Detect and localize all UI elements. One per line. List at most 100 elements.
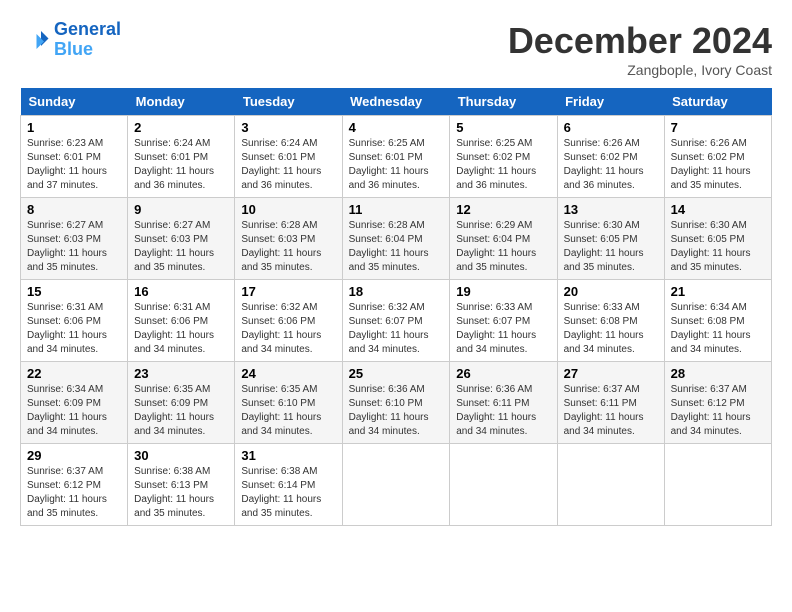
day-number: 29 bbox=[27, 448, 121, 463]
calendar-day-cell: 28 Sunrise: 6:37 AMSunset: 6:12 PMDaylig… bbox=[664, 362, 771, 444]
calendar-day-cell: 9 Sunrise: 6:27 AMSunset: 6:03 PMDayligh… bbox=[128, 198, 235, 280]
calendar-day-cell: 22 Sunrise: 6:34 AMSunset: 6:09 PMDaylig… bbox=[21, 362, 128, 444]
day-number: 19 bbox=[456, 284, 550, 299]
logo: General Blue bbox=[20, 20, 121, 60]
day-info: Sunrise: 6:31 AMSunset: 6:06 PMDaylight:… bbox=[27, 302, 107, 355]
day-info: Sunrise: 6:33 AMSunset: 6:07 PMDaylight:… bbox=[456, 302, 536, 355]
day-number: 14 bbox=[671, 202, 765, 217]
day-info: Sunrise: 6:31 AMSunset: 6:06 PMDaylight:… bbox=[134, 302, 214, 355]
calendar-day-cell: 8 Sunrise: 6:27 AMSunset: 6:03 PMDayligh… bbox=[21, 198, 128, 280]
title-block: December 2024 Zangbople, Ivory Coast bbox=[508, 20, 772, 78]
day-info: Sunrise: 6:38 AMSunset: 6:13 PMDaylight:… bbox=[134, 466, 214, 519]
day-info: Sunrise: 6:34 AMSunset: 6:09 PMDaylight:… bbox=[27, 384, 107, 437]
calendar-day-cell: 4 Sunrise: 6:25 AMSunset: 6:01 PMDayligh… bbox=[342, 116, 450, 198]
day-info: Sunrise: 6:25 AMSunset: 6:02 PMDaylight:… bbox=[456, 138, 536, 191]
day-number: 27 bbox=[564, 366, 658, 381]
day-number: 22 bbox=[27, 366, 121, 381]
day-number: 1 bbox=[27, 120, 121, 135]
calendar-day-cell: 31 Sunrise: 6:38 AMSunset: 6:14 PMDaylig… bbox=[235, 444, 342, 526]
day-number: 15 bbox=[27, 284, 121, 299]
day-info: Sunrise: 6:27 AMSunset: 6:03 PMDaylight:… bbox=[27, 220, 107, 273]
day-info: Sunrise: 6:24 AMSunset: 6:01 PMDaylight:… bbox=[134, 138, 214, 191]
calendar-table: SundayMondayTuesdayWednesdayThursdayFrid… bbox=[20, 88, 772, 526]
day-info: Sunrise: 6:35 AMSunset: 6:09 PMDaylight:… bbox=[134, 384, 214, 437]
day-number: 30 bbox=[134, 448, 228, 463]
calendar-day-cell: 24 Sunrise: 6:35 AMSunset: 6:10 PMDaylig… bbox=[235, 362, 342, 444]
calendar-day-cell: 29 Sunrise: 6:37 AMSunset: 6:12 PMDaylig… bbox=[21, 444, 128, 526]
day-info: Sunrise: 6:28 AMSunset: 6:03 PMDaylight:… bbox=[241, 220, 321, 273]
day-number: 8 bbox=[27, 202, 121, 217]
day-number: 21 bbox=[671, 284, 765, 299]
calendar-day-cell: 17 Sunrise: 6:32 AMSunset: 6:06 PMDaylig… bbox=[235, 280, 342, 362]
calendar-day-cell: 26 Sunrise: 6:36 AMSunset: 6:11 PMDaylig… bbox=[450, 362, 557, 444]
calendar-day-cell: 23 Sunrise: 6:35 AMSunset: 6:09 PMDaylig… bbox=[128, 362, 235, 444]
calendar-week-row: 22 Sunrise: 6:34 AMSunset: 6:09 PMDaylig… bbox=[21, 362, 772, 444]
day-info: Sunrise: 6:35 AMSunset: 6:10 PMDaylight:… bbox=[241, 384, 321, 437]
day-number: 9 bbox=[134, 202, 228, 217]
calendar-header-row: SundayMondayTuesdayWednesdayThursdayFrid… bbox=[21, 88, 772, 116]
calendar-day-cell: 27 Sunrise: 6:37 AMSunset: 6:11 PMDaylig… bbox=[557, 362, 664, 444]
logo-icon bbox=[20, 25, 50, 55]
day-info: Sunrise: 6:25 AMSunset: 6:01 PMDaylight:… bbox=[349, 138, 429, 191]
calendar-day-cell: 16 Sunrise: 6:31 AMSunset: 6:06 PMDaylig… bbox=[128, 280, 235, 362]
weekday-header: Wednesday bbox=[342, 88, 450, 116]
day-info: Sunrise: 6:26 AMSunset: 6:02 PMDaylight:… bbox=[671, 138, 751, 191]
weekday-header: Monday bbox=[128, 88, 235, 116]
calendar-day-cell bbox=[450, 444, 557, 526]
day-number: 11 bbox=[349, 202, 444, 217]
day-number: 5 bbox=[456, 120, 550, 135]
day-number: 18 bbox=[349, 284, 444, 299]
calendar-day-cell: 12 Sunrise: 6:29 AMSunset: 6:04 PMDaylig… bbox=[450, 198, 557, 280]
day-number: 4 bbox=[349, 120, 444, 135]
calendar-day-cell: 14 Sunrise: 6:30 AMSunset: 6:05 PMDaylig… bbox=[664, 198, 771, 280]
calendar-day-cell: 11 Sunrise: 6:28 AMSunset: 6:04 PMDaylig… bbox=[342, 198, 450, 280]
calendar-week-row: 1 Sunrise: 6:23 AMSunset: 6:01 PMDayligh… bbox=[21, 116, 772, 198]
calendar-day-cell: 10 Sunrise: 6:28 AMSunset: 6:03 PMDaylig… bbox=[235, 198, 342, 280]
calendar-week-row: 15 Sunrise: 6:31 AMSunset: 6:06 PMDaylig… bbox=[21, 280, 772, 362]
calendar-week-row: 29 Sunrise: 6:37 AMSunset: 6:12 PMDaylig… bbox=[21, 444, 772, 526]
day-number: 31 bbox=[241, 448, 335, 463]
calendar-day-cell: 7 Sunrise: 6:26 AMSunset: 6:02 PMDayligh… bbox=[664, 116, 771, 198]
calendar-week-row: 8 Sunrise: 6:27 AMSunset: 6:03 PMDayligh… bbox=[21, 198, 772, 280]
logo-text: General Blue bbox=[54, 20, 121, 60]
day-number: 13 bbox=[564, 202, 658, 217]
day-info: Sunrise: 6:33 AMSunset: 6:08 PMDaylight:… bbox=[564, 302, 644, 355]
day-info: Sunrise: 6:37 AMSunset: 6:11 PMDaylight:… bbox=[564, 384, 644, 437]
day-info: Sunrise: 6:34 AMSunset: 6:08 PMDaylight:… bbox=[671, 302, 751, 355]
day-number: 25 bbox=[349, 366, 444, 381]
day-info: Sunrise: 6:27 AMSunset: 6:03 PMDaylight:… bbox=[134, 220, 214, 273]
calendar-day-cell: 18 Sunrise: 6:32 AMSunset: 6:07 PMDaylig… bbox=[342, 280, 450, 362]
calendar-day-cell: 15 Sunrise: 6:31 AMSunset: 6:06 PMDaylig… bbox=[21, 280, 128, 362]
day-info: Sunrise: 6:32 AMSunset: 6:06 PMDaylight:… bbox=[241, 302, 321, 355]
calendar-day-cell: 2 Sunrise: 6:24 AMSunset: 6:01 PMDayligh… bbox=[128, 116, 235, 198]
day-number: 28 bbox=[671, 366, 765, 381]
calendar-day-cell: 3 Sunrise: 6:24 AMSunset: 6:01 PMDayligh… bbox=[235, 116, 342, 198]
calendar-day-cell: 19 Sunrise: 6:33 AMSunset: 6:07 PMDaylig… bbox=[450, 280, 557, 362]
weekday-header: Friday bbox=[557, 88, 664, 116]
location: Zangbople, Ivory Coast bbox=[508, 62, 772, 78]
day-info: Sunrise: 6:30 AMSunset: 6:05 PMDaylight:… bbox=[564, 220, 644, 273]
day-number: 24 bbox=[241, 366, 335, 381]
calendar-day-cell: 6 Sunrise: 6:26 AMSunset: 6:02 PMDayligh… bbox=[557, 116, 664, 198]
day-number: 16 bbox=[134, 284, 228, 299]
weekday-header: Saturday bbox=[664, 88, 771, 116]
day-info: Sunrise: 6:37 AMSunset: 6:12 PMDaylight:… bbox=[27, 466, 107, 519]
calendar-day-cell bbox=[664, 444, 771, 526]
weekday-header: Tuesday bbox=[235, 88, 342, 116]
day-number: 10 bbox=[241, 202, 335, 217]
day-number: 7 bbox=[671, 120, 765, 135]
day-info: Sunrise: 6:38 AMSunset: 6:14 PMDaylight:… bbox=[241, 466, 321, 519]
day-info: Sunrise: 6:36 AMSunset: 6:11 PMDaylight:… bbox=[456, 384, 536, 437]
day-info: Sunrise: 6:29 AMSunset: 6:04 PMDaylight:… bbox=[456, 220, 536, 273]
day-number: 6 bbox=[564, 120, 658, 135]
day-number: 12 bbox=[456, 202, 550, 217]
page-header: General Blue December 2024 Zangbople, Iv… bbox=[20, 20, 772, 78]
day-number: 26 bbox=[456, 366, 550, 381]
calendar-day-cell: 1 Sunrise: 6:23 AMSunset: 6:01 PMDayligh… bbox=[21, 116, 128, 198]
day-number: 3 bbox=[241, 120, 335, 135]
day-number: 23 bbox=[134, 366, 228, 381]
day-info: Sunrise: 6:36 AMSunset: 6:10 PMDaylight:… bbox=[349, 384, 429, 437]
calendar-day-cell: 13 Sunrise: 6:30 AMSunset: 6:05 PMDaylig… bbox=[557, 198, 664, 280]
weekday-header: Sunday bbox=[21, 88, 128, 116]
day-info: Sunrise: 6:24 AMSunset: 6:01 PMDaylight:… bbox=[241, 138, 321, 191]
